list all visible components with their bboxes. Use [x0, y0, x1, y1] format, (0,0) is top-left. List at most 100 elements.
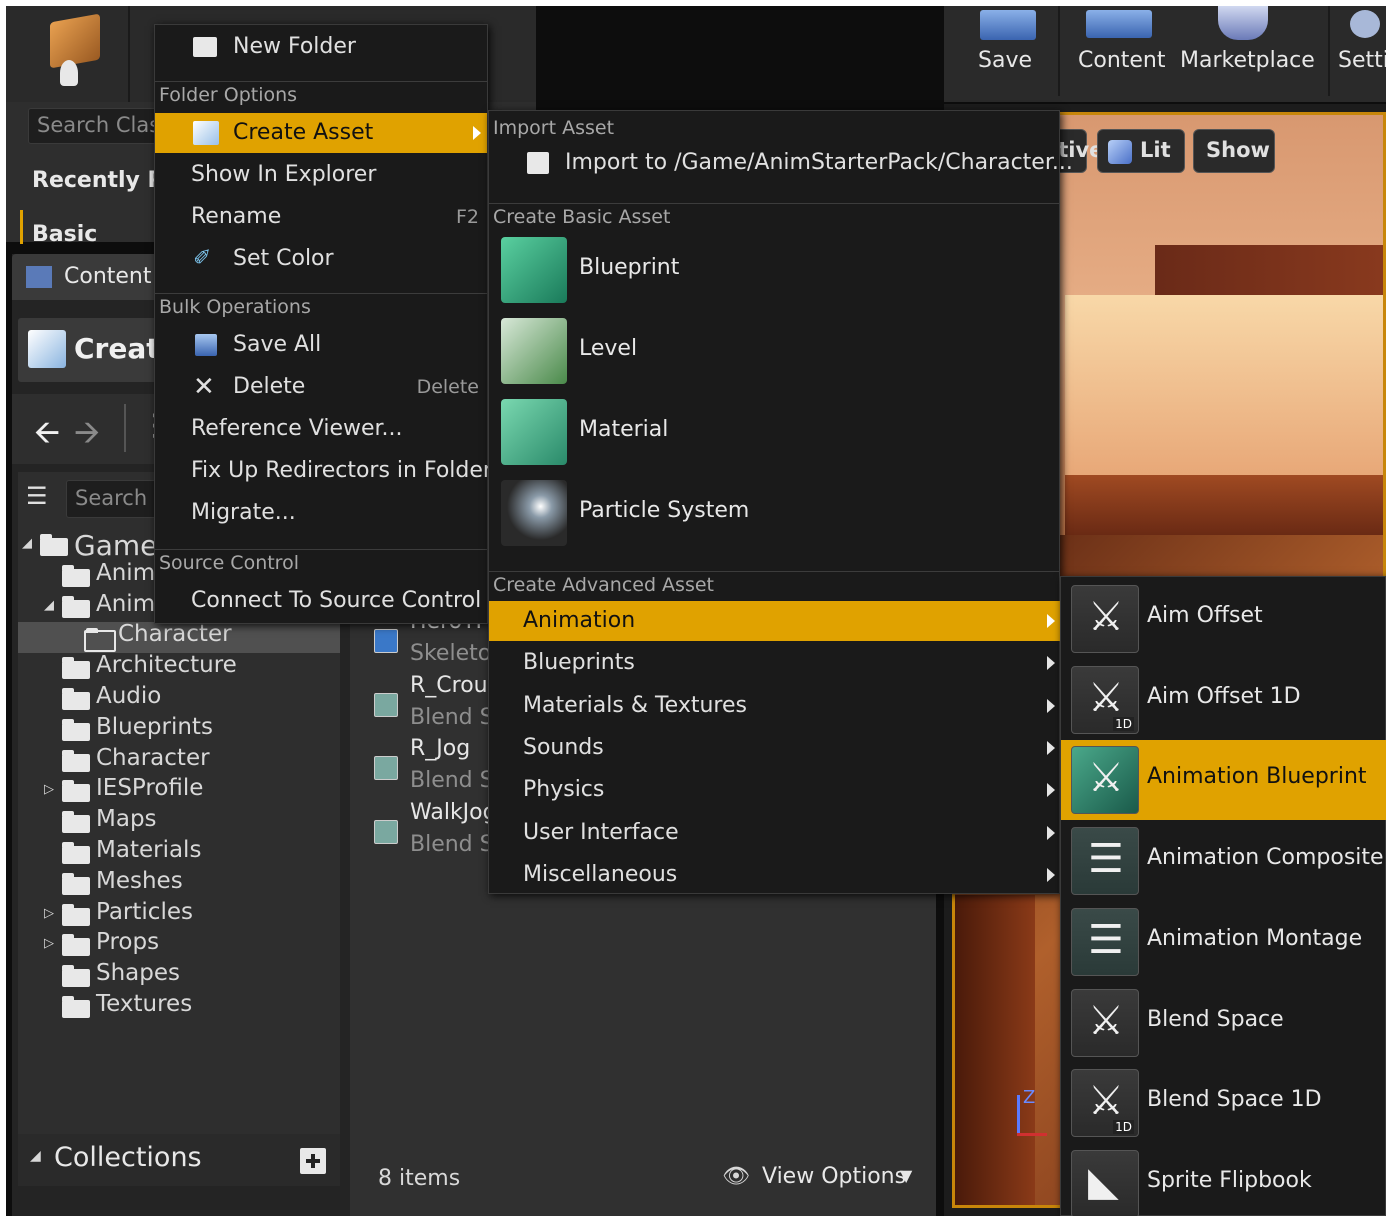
add-collection-icon[interactable] [300, 1148, 326, 1174]
folder-icon [62, 595, 90, 618]
submenu-arrow-icon [473, 126, 481, 140]
figure-glyph: ☰ [1088, 836, 1124, 883]
basic-asset-particle-system[interactable]: Particle System [489, 474, 1061, 552]
view-options-button[interactable]: 👁 View Options ▼ [722, 1162, 932, 1196]
figure-glyph: ⚔ [1088, 755, 1124, 802]
collapse-triangle-icon: ◢ [30, 1148, 41, 1164]
source-control-header: Source Control [155, 549, 487, 576]
tree-item-blueprints[interactable]: Blueprints [18, 714, 340, 746]
category-miscellaneous[interactable]: Miscellaneous [489, 855, 1061, 895]
category-sounds[interactable]: Sounds [489, 728, 1061, 768]
category-materials-textures[interactable]: Materials & Textures [489, 686, 1061, 726]
expanded-triangle-icon[interactable]: ◢ [44, 598, 54, 613]
content-button[interactable]: Content [1070, 6, 1170, 96]
collections-header[interactable]: ◢ Collections [18, 1134, 340, 1186]
category-physics[interactable]: Physics [489, 770, 1061, 810]
recently-placed-label[interactable]: Recently Pl [32, 168, 171, 193]
basic-asset-level[interactable]: Level [489, 312, 1061, 390]
basic-asset-material[interactable]: Material [489, 393, 1061, 471]
material-icon [501, 399, 567, 465]
animation-item-aim-offset[interactable]: ⚔ Aim Offset [1061, 579, 1386, 659]
migrate-item[interactable]: Migrate... [155, 493, 487, 533]
create-asset-item[interactable]: Create Asset [155, 113, 487, 153]
tree-item-iesprofile[interactable]: ▷ IESProfile [18, 775, 340, 807]
badge-1d: 1D [1113, 1120, 1134, 1135]
category-animation[interactable]: Animation [489, 601, 1061, 641]
delete-item[interactable]: ✕ Delete Delete [155, 367, 487, 407]
animation-item-sprite-flipbook[interactable]: ◣ Sprite Flipbook [1061, 1144, 1386, 1216]
tree-item-shapes[interactable]: Shapes [18, 960, 340, 992]
filter-list-icon[interactable]: ☰ [26, 482, 48, 510]
animation-item-blend-space[interactable]: ⚔ Blend Space [1061, 983, 1386, 1063]
animation-item-blend-space-1d[interactable]: ⚔ 1D Blend Space 1D [1061, 1063, 1386, 1143]
folder-icon [62, 903, 90, 926]
animation-item-label: Animation Montage [1147, 925, 1363, 951]
rename-shortcut: F2 [455, 206, 479, 228]
tree-item-label: Materials [96, 837, 202, 863]
tree-item-meshes[interactable]: Meshes [18, 868, 340, 900]
tree-item-maps[interactable]: Maps [18, 806, 340, 838]
connect-source-control-item[interactable]: Connect To Source Control [155, 581, 487, 621]
tree-item-particles[interactable]: ▷ Particles [18, 899, 340, 931]
expanded-triangle-icon[interactable]: ◢ [22, 536, 32, 551]
new-folder-item[interactable]: New Folder [155, 27, 487, 67]
animation-item-label: Aim Offset [1147, 603, 1263, 628]
save-all-item[interactable]: Save All [155, 325, 487, 365]
blueprint-icon [501, 237, 567, 303]
folder-icon [62, 934, 90, 957]
marketplace-button[interactable]: Marketplace [1180, 6, 1320, 96]
save-button[interactable]: Save [968, 6, 1050, 96]
place-mode-icon[interactable] [36, 12, 116, 94]
collapsed-triangle-icon[interactable]: ▷ [44, 936, 54, 951]
animation-item-animation-blueprint[interactable]: ⚔ Animation Blueprint [1061, 740, 1386, 821]
folder-icon [84, 628, 116, 653]
tree-item-textures[interactable]: Textures [18, 991, 340, 1023]
tree-item-architecture[interactable]: Architecture [18, 652, 340, 684]
rename-item[interactable]: Rename F2 [155, 197, 487, 237]
fix-up-redirectors-item[interactable]: Fix Up Redirectors in Folder [155, 451, 492, 491]
figure-glyph: ◣ [1088, 1158, 1119, 1205]
tree-item-materials[interactable]: Materials [18, 837, 340, 869]
category-user-interface[interactable]: User Interface [489, 813, 1061, 853]
forward-arrow-icon[interactable]: 🡪 [74, 410, 100, 464]
basic-label[interactable]: Basic [32, 222, 97, 247]
animation-montage-icon: ☰ [1071, 907, 1139, 976]
back-arrow-icon[interactable]: 🡨 [34, 410, 60, 464]
tree-item-character[interactable]: Character [18, 621, 340, 654]
collapsed-triangle-icon[interactable]: ▷ [44, 906, 54, 921]
content-icon [1086, 10, 1152, 38]
import-to-label: Import to /Game/AnimStarterPack/Characte… [565, 150, 1073, 175]
asset-type-icon [374, 756, 398, 780]
lit-button[interactable]: Lit [1097, 129, 1185, 173]
tree-item-props[interactable]: ▷ Props [18, 929, 340, 961]
scene-pillar [955, 895, 1035, 1205]
category-blueprints[interactable]: Blueprints [489, 643, 1061, 683]
tree-item-label: Anim [96, 559, 156, 586]
submenu-arrow-icon [1047, 656, 1055, 671]
basic-asset-blueprint[interactable]: Blueprint [489, 231, 1061, 309]
category-label: Materials & Textures [523, 692, 747, 718]
set-color-item[interactable]: ✐ Set Color [155, 239, 487, 279]
delete-label: Delete [233, 374, 306, 399]
tree-item-label: Architecture [96, 652, 237, 679]
animation-item-animation-montage[interactable]: ☰ Animation Montage [1061, 902, 1386, 982]
show-label: Show [1206, 138, 1270, 162]
tree-item-audio[interactable]: Audio [18, 683, 340, 715]
search-classes-placeholder: Search Clas [37, 113, 161, 137]
tree-item-label: Character [118, 621, 232, 648]
show-in-explorer-item[interactable]: Show In Explorer [155, 155, 487, 195]
tree-item-character[interactable]: Character [18, 745, 340, 777]
lit-label: Lit [1140, 138, 1171, 162]
animation-item-label: Blend Space 1D [1147, 1087, 1322, 1113]
import-to-item[interactable]: Import to /Game/AnimStarterPack/Characte… [489, 143, 1073, 183]
settings-button[interactable]: Setti [1336, 6, 1386, 96]
reference-viewer-item[interactable]: Reference Viewer... [155, 409, 487, 449]
animation-item-animation-composite[interactable]: ☰ Animation Composite [1061, 821, 1386, 901]
create-icon [28, 330, 66, 368]
delete-x-icon: ✕ [193, 372, 215, 402]
collapsed-triangle-icon[interactable]: ▷ [44, 782, 54, 797]
settings-label: Setti [1338, 48, 1386, 73]
show-button[interactable]: Show [1193, 129, 1275, 173]
asset-type-icon [374, 629, 398, 653]
animation-item-aim-offset-1d[interactable]: ⚔ 1D Aim Offset 1D [1061, 660, 1386, 740]
